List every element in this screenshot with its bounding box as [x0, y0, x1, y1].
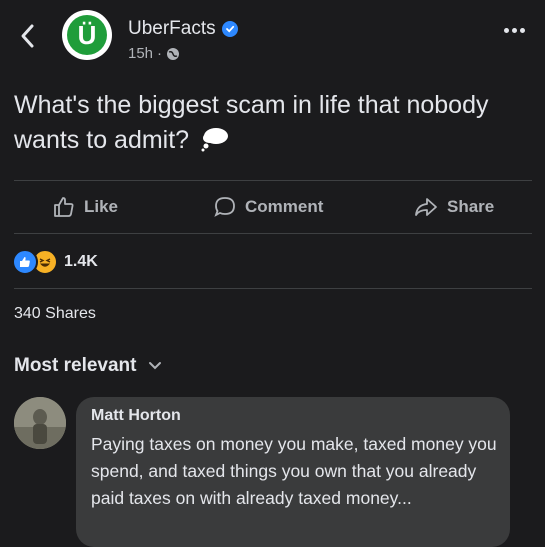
verified-badge-icon	[221, 21, 238, 37]
back-button[interactable]	[18, 22, 38, 50]
comment-button[interactable]: Comment	[213, 193, 323, 221]
divider	[14, 233, 532, 234]
share-button[interactable]: Share	[413, 193, 494, 221]
profile-photo	[14, 397, 66, 449]
reactions-summary[interactable]: 1.4K	[12, 249, 98, 275]
like-reaction-icon	[12, 249, 38, 275]
like-label: Like	[84, 197, 119, 216]
comment-author[interactable]: Matt Horton	[91, 407, 181, 425]
page-name-row: UberFacts	[128, 18, 238, 40]
post-text: What's the biggest scam in life that nob…	[14, 88, 529, 158]
share-label: Share	[447, 197, 495, 216]
share-count[interactable]: 340 Shares	[14, 305, 96, 323]
divider	[14, 288, 532, 289]
comment-label: Comment	[245, 197, 324, 216]
globe-icon	[167, 47, 180, 60]
thumbs-up-icon	[54, 197, 74, 217]
commenter-avatar[interactable]	[14, 397, 66, 449]
share-arrow-icon	[415, 198, 437, 216]
thought-bubble-emoji-icon	[201, 128, 229, 152]
meta-separator: ·	[157, 45, 163, 62]
more-options-icon[interactable]	[504, 28, 525, 33]
post-meta: 15h ·	[128, 45, 180, 62]
reaction-count: 1.4K	[64, 253, 98, 270]
comment-filter-label: Most relevant	[14, 355, 137, 376]
post-time[interactable]: 15h	[128, 45, 153, 62]
divider	[14, 180, 532, 181]
chevron-left-icon	[21, 24, 34, 48]
like-button[interactable]: Like	[52, 193, 118, 221]
comment-text: Paying taxes on money you make, taxed mo…	[91, 434, 497, 508]
chevron-down-icon	[149, 362, 162, 370]
post-body: What's the biggest scam in life that nob…	[14, 91, 489, 154]
uberfacts-logo: Ü	[67, 15, 107, 55]
comment-icon	[214, 197, 235, 217]
page-avatar[interactable]: Ü	[62, 10, 112, 60]
comment-filter-dropdown[interactable]: Most relevant	[14, 355, 162, 377]
page-name[interactable]: UberFacts	[128, 18, 216, 40]
